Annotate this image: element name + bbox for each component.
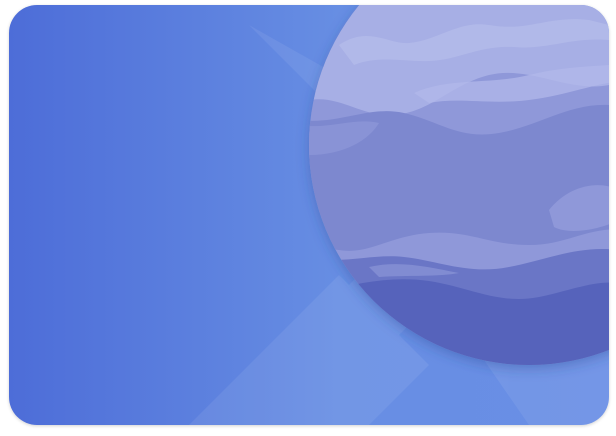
wallpaper-artwork (9, 5, 609, 425)
wallpaper-thumbnail[interactable] (9, 5, 609, 425)
